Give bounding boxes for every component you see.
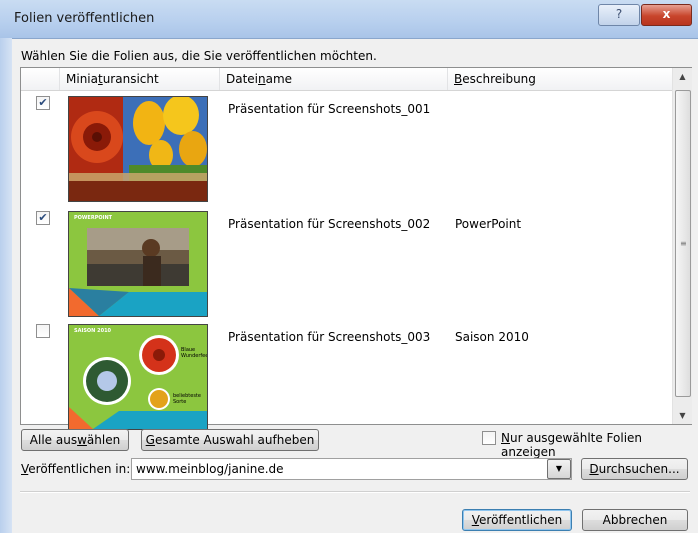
- cancel-button[interactable]: Abbrechen: [582, 509, 688, 531]
- clear-selection-button[interactable]: Gesamte Auswahl aufheben: [141, 429, 319, 451]
- table-row[interactable]: ✔ POWERPOINT Präsentation für Screenshot…: [21, 205, 672, 320]
- row-checkbox[interactable]: [36, 324, 50, 338]
- row-description: Saison 2010: [455, 330, 529, 344]
- row-filename: Präsentation für Screenshots_002: [228, 217, 431, 231]
- check-icon: ✔: [38, 211, 48, 224]
- check-icon: ✔: [38, 96, 48, 109]
- help-icon: ?: [615, 7, 623, 21]
- publish-location-input[interactable]: www.meinblog/janine.de: [131, 458, 572, 480]
- row-filename: Präsentation für Screenshots_001: [228, 102, 431, 116]
- window-title: Folien veröffentlichen: [14, 11, 155, 26]
- flower-slide-image: [69, 97, 207, 201]
- scroll-up-icon[interactable]: ▲: [673, 68, 692, 85]
- help-button[interactable]: ?: [598, 4, 640, 26]
- people-slide-image: [69, 212, 207, 316]
- publish-to-label: Veröffentlichen in:: [21, 462, 131, 476]
- table-row[interactable]: ✔ Präsentation für Screenshots_001: [21, 90, 672, 205]
- column-filename[interactable]: Dateiname: [219, 68, 447, 90]
- row-filename: Präsentation für Screenshots_003: [228, 330, 431, 344]
- only-selected-label[interactable]: Nur ausgewählte Folien anzeigen: [501, 431, 698, 459]
- thumbnail-title: SAISON 2010: [74, 328, 112, 334]
- vertical-scrollbar[interactable]: ▲ ≡ ▼: [672, 68, 692, 424]
- only-selected-checkbox[interactable]: [482, 431, 496, 445]
- thumbnail-text: Blaue Wunderfeelt: [181, 347, 207, 359]
- scrollbar-thumb[interactable]: ≡: [675, 90, 691, 397]
- slide-thumbnail: POWERPOINT: [68, 211, 208, 317]
- browse-button[interactable]: Durchsuchen...: [581, 458, 688, 480]
- select-all-button[interactable]: Alle auswählen: [21, 429, 129, 451]
- list-header: Miniaturansicht Dateiname Beschreibung: [21, 68, 672, 91]
- slide-list[interactable]: Miniaturansicht Dateiname Beschreibung ✔…: [20, 67, 692, 430]
- dropdown-arrow-icon[interactable]: ▼: [547, 459, 571, 479]
- slide-thumbnail: SAISON 2010 Blaue Wunderfeelt beliebtest…: [68, 324, 208, 430]
- publish-button[interactable]: Veröffentlichen: [462, 509, 572, 531]
- row-description: PowerPoint: [455, 217, 522, 231]
- close-icon: x: [662, 7, 671, 21]
- grip-icon: ≡: [680, 239, 687, 248]
- separator: [20, 491, 690, 493]
- window-frame-left: [0, 38, 12, 533]
- thumbnail-title: POWERPOINT: [74, 215, 113, 221]
- row-checkbox[interactable]: ✔: [36, 96, 50, 110]
- column-thumbnail[interactable]: Miniaturansicht: [59, 68, 219, 90]
- table-row[interactable]: SAISON 2010 Blaue Wunderfeelt beliebtest…: [21, 318, 672, 433]
- thumbnail-text: beliebteste Sorte: [173, 393, 201, 405]
- row-checkbox[interactable]: ✔: [36, 211, 50, 225]
- season-slide-image: [69, 325, 207, 429]
- title-bar: Folien veröffentlichen ? x: [0, 0, 698, 39]
- close-button[interactable]: x: [641, 4, 692, 26]
- instruction-text: Wählen Sie die Folien aus, die Sie veröf…: [21, 49, 377, 63]
- column-description[interactable]: Beschreibung: [447, 68, 672, 90]
- slide-thumbnail: [68, 96, 208, 202]
- scroll-down-icon[interactable]: ▼: [673, 407, 692, 424]
